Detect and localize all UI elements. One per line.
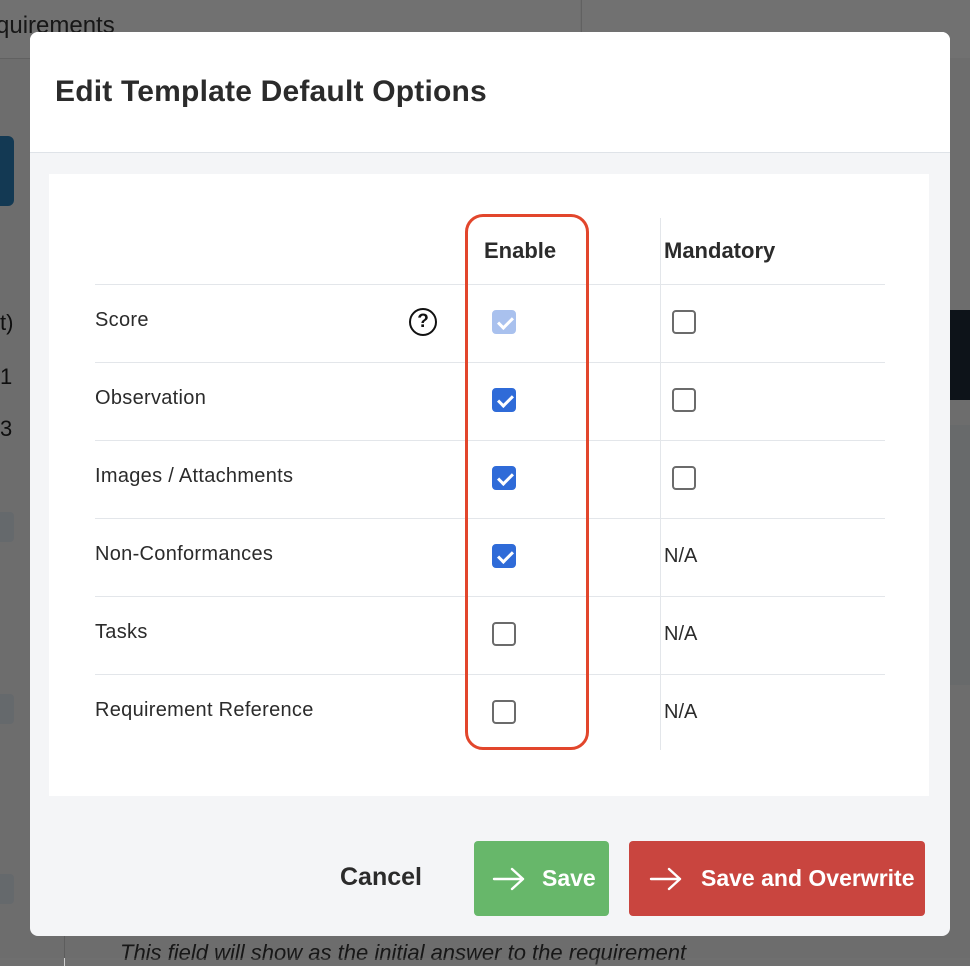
save-and-overwrite-button-label: Save and Overwrite [701, 865, 915, 891]
mandatory-checkbox-score[interactable] [672, 310, 696, 334]
table-row: Requirement Reference N/A [95, 675, 885, 752]
question-circle-icon[interactable]: ? [409, 308, 437, 336]
enable-checkbox-tasks[interactable] [492, 622, 516, 646]
mandatory-na-requirement-reference: N/A [664, 701, 698, 723]
row-label-non-conformances: Non-Conformances [95, 543, 274, 565]
enable-checkbox-requirement-reference[interactable] [492, 700, 516, 724]
cancel-button[interactable]: Cancel [326, 844, 436, 910]
arrow-right-icon [492, 867, 525, 890]
row-label-requirement-reference: Requirement Reference [95, 699, 314, 721]
row-label-score: Score [95, 309, 149, 331]
arrow-right-icon [649, 867, 682, 890]
options-card: Enable Mandatory Score ? Observation Ima… [49, 174, 929, 796]
save-button[interactable]: Save [474, 841, 609, 916]
save-and-overwrite-button[interactable]: Save and Overwrite [629, 841, 925, 916]
table-row: Tasks N/A [95, 597, 885, 675]
enable-checkbox-score [492, 310, 516, 334]
enable-checkbox-images-attachments[interactable] [492, 466, 516, 490]
table-row: Images / Attachments [95, 441, 885, 519]
mandatory-checkbox-observation[interactable] [672, 388, 696, 412]
mandatory-checkbox-images-attachments[interactable] [672, 466, 696, 490]
enable-checkbox-observation[interactable] [492, 388, 516, 412]
save-button-label: Save [542, 865, 596, 891]
row-label-tasks: Tasks [95, 621, 148, 643]
table-row: Score ? [95, 285, 885, 363]
modal-title: Edit Template Default Options [55, 75, 487, 108]
column-header-mandatory: Mandatory [664, 238, 776, 263]
mandatory-na-non-conformances: N/A [664, 545, 698, 567]
options-table: Enable Mandatory Score ? Observation Ima… [95, 218, 885, 752]
column-header-enable: Enable [484, 238, 557, 263]
mandatory-na-tasks: N/A [664, 623, 698, 645]
edit-template-options-modal: Edit Template Default Options Enable Man… [30, 32, 950, 936]
table-row: Non-Conformances N/A [95, 519, 885, 597]
table-row: Observation [95, 363, 885, 441]
row-label-images-attachments: Images / Attachments [95, 465, 294, 487]
table-header: Enable Mandatory [95, 218, 885, 285]
enable-checkbox-non-conformances[interactable] [492, 544, 516, 568]
row-label-observation: Observation [95, 387, 207, 409]
modal-header: Edit Template Default Options [30, 32, 950, 153]
